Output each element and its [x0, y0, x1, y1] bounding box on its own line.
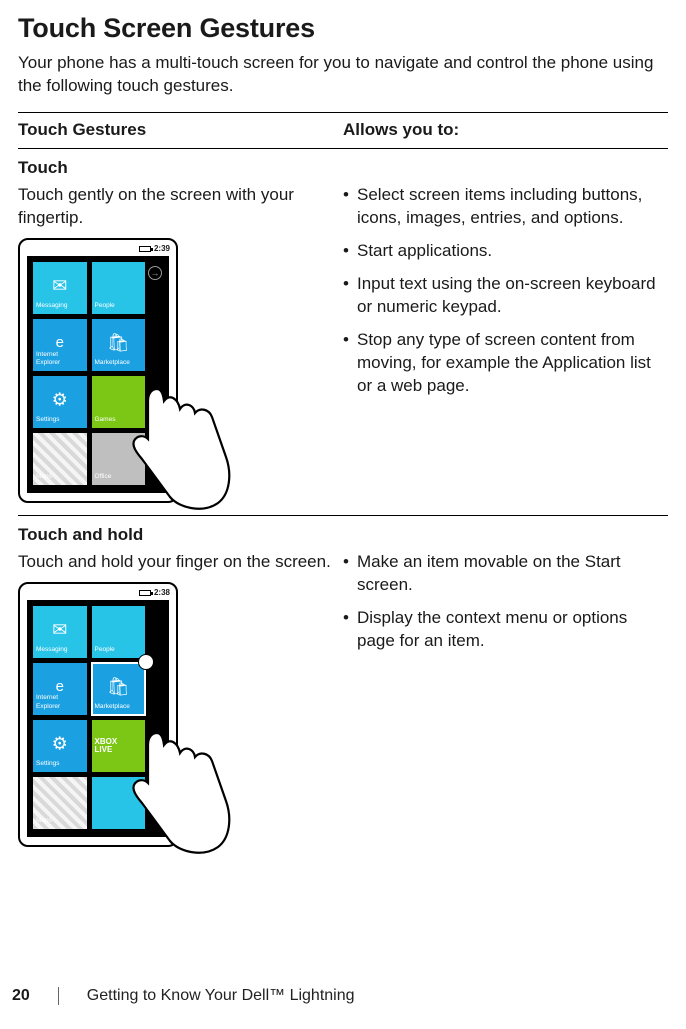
list-item: Stop any type of screen content from mov… — [343, 329, 668, 398]
live-tile: eInternet Explorer — [33, 663, 87, 715]
table-header-right: Allows you to: — [343, 119, 668, 142]
live-tile: ⚙Settings — [33, 720, 87, 772]
tile-grid: ✉Messaging People eInternet Explorer 🛍 M… — [33, 606, 145, 831]
phone-illustration: 2:38 ✉Messaging People eInternet Explore… — [18, 582, 178, 847]
close-icon: ✕ — [138, 654, 154, 670]
phone-screen: ✉Messaging People eInternet Explorer 🛍 M… — [27, 600, 169, 837]
live-tile: People — [92, 262, 146, 314]
page-title: Touch Screen Gestures — [18, 10, 668, 46]
status-bar: 2:39 — [139, 244, 170, 255]
live-tile: XBOX LIVE — [92, 720, 146, 772]
live-tile — [92, 777, 146, 829]
live-tile: People — [92, 606, 146, 658]
battery-icon — [139, 590, 151, 596]
gesture-section-touch: Touch Touch gently on the screen with yo… — [18, 149, 668, 516]
live-tile: ⚙Settings — [33, 376, 87, 428]
list-item: Input text using the on-screen keyboard … — [343, 273, 668, 319]
status-time: 2:38 — [154, 588, 170, 599]
list-item: Select screen items including buttons, i… — [343, 184, 668, 230]
live-tile: ✉Messaging — [33, 262, 87, 314]
table-header-row: Touch Gestures Allows you to: — [18, 113, 668, 149]
chapter-title: Getting to Know Your Dell™ Lightning — [87, 985, 355, 1007]
live-tile: eInternet Explorer — [33, 319, 87, 371]
live-tile: Games — [92, 376, 146, 428]
gesture-name: Touch — [18, 149, 668, 184]
live-tile: 🛍Marketplace — [92, 319, 146, 371]
allows-list: Select screen items including buttons, i… — [343, 184, 668, 398]
gesture-desc: Touch and hold your finger on the screen… — [18, 551, 335, 574]
list-item: Start applications. — [343, 240, 668, 263]
gesture-section-touch-hold: Touch and hold Touch and hold your finge… — [18, 516, 668, 853]
live-tile: Office — [92, 433, 146, 485]
page-footer: 20 Getting to Know Your Dell™ Lightning — [12, 985, 355, 1007]
footer-separator — [58, 987, 59, 1005]
phone-screen: → ✉Messaging People eInternet Explorer 🛍… — [27, 256, 169, 493]
table-header-left: Touch Gestures — [18, 119, 343, 142]
arrow-circle-icon: → — [148, 266, 162, 280]
intro-paragraph: Your phone has a multi-touch screen for … — [18, 52, 668, 98]
list-item: Display the context menu or options page… — [343, 607, 668, 653]
allows-list: Make an item movable on the Start screen… — [343, 551, 668, 653]
status-time: 2:39 — [154, 244, 170, 255]
battery-icon — [139, 246, 151, 252]
tile-grid: ✉Messaging People eInternet Explorer 🛍Ma… — [33, 262, 145, 487]
live-tile: ✉Messaging — [33, 606, 87, 658]
gesture-name: Touch and hold — [18, 516, 668, 551]
live-tile-selected: 🛍 Marketplace ✕ — [92, 663, 146, 715]
gesture-desc: Touch gently on the screen with your fin… — [18, 184, 335, 230]
status-bar: 2:38 — [139, 588, 170, 599]
live-tile: Maps — [33, 777, 87, 829]
phone-illustration: 2:39 → ✉Messaging People eInternet Explo… — [18, 238, 178, 503]
live-tile: Maps — [33, 433, 87, 485]
list-item: Make an item movable on the Start screen… — [343, 551, 668, 597]
page-number: 20 — [12, 985, 30, 1007]
